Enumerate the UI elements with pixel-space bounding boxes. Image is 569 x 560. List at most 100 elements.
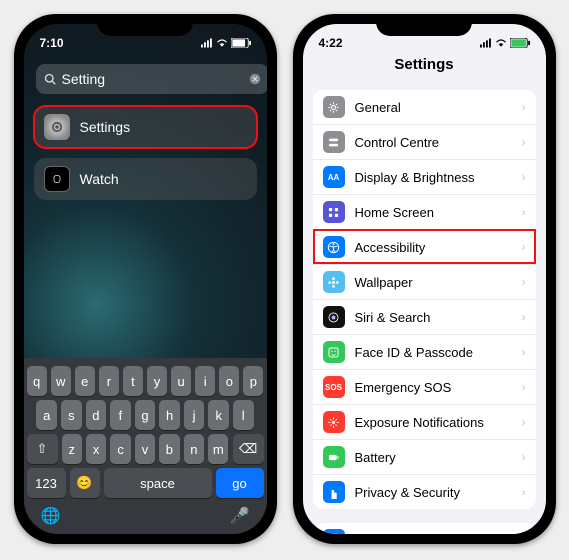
dictation-key[interactable]: 🎤 bbox=[230, 506, 250, 526]
search-icon bbox=[44, 73, 56, 85]
watch-app-icon bbox=[44, 166, 70, 192]
key-f[interactable]: f bbox=[110, 400, 131, 430]
settings-row-app-store[interactable]: AApp Store› bbox=[313, 523, 536, 534]
chevron-right-icon: › bbox=[522, 100, 526, 114]
page-title: Settings bbox=[303, 54, 546, 79]
search-input[interactable] bbox=[62, 71, 243, 87]
clear-icon[interactable] bbox=[249, 73, 261, 85]
go-key[interactable]: go bbox=[216, 468, 264, 498]
key-q[interactable]: q bbox=[27, 366, 47, 396]
settings-row-battery[interactable]: Battery › bbox=[313, 439, 536, 474]
key-l[interactable]: l bbox=[233, 400, 254, 430]
key-j[interactable]: j bbox=[184, 400, 205, 430]
key-z[interactable]: z bbox=[62, 434, 82, 464]
settings-row-display-brightness[interactable]: AADisplay & Brightness› bbox=[313, 159, 536, 194]
chevron-right-icon: › bbox=[522, 485, 526, 499]
row-label: Control Centre bbox=[355, 135, 440, 150]
key-k[interactable]: k bbox=[208, 400, 229, 430]
delete-key[interactable]: ⌫ bbox=[233, 434, 264, 464]
settings-row-face-id-passcode[interactable]: Face ID & Passcode› bbox=[313, 334, 536, 369]
key-g[interactable]: g bbox=[135, 400, 156, 430]
chevron-right-icon: › bbox=[522, 310, 526, 324]
numbers-key[interactable]: 123 bbox=[27, 468, 66, 498]
chevron-right-icon: › bbox=[522, 415, 526, 429]
chevron-right-icon: › bbox=[522, 135, 526, 149]
key-x[interactable]: x bbox=[86, 434, 106, 464]
key-b[interactable]: b bbox=[159, 434, 179, 464]
wifi-icon bbox=[216, 37, 228, 49]
keyboard[interactable]: qwertyuiop asdfghjkl ⇧ zxcvbnm ⌫ 123 😊 s… bbox=[24, 358, 267, 534]
status-icons bbox=[480, 37, 530, 49]
key-p[interactable]: p bbox=[243, 366, 263, 396]
settings-group-main: General › Control Centre › AADisplay & Brigh… bbox=[313, 90, 536, 509]
faceid-icon bbox=[323, 341, 345, 363]
row-label: App Store bbox=[355, 533, 413, 535]
search-result-watch[interactable]: Watch bbox=[34, 158, 257, 200]
key-y[interactable]: y bbox=[147, 366, 167, 396]
settings-row-accessibility[interactable]: Accessibility › bbox=[313, 229, 536, 264]
settings-row-exposure-notifications[interactable]: Exposure Notifications › bbox=[313, 404, 536, 439]
wifi-icon bbox=[495, 37, 507, 49]
accessibility-icon bbox=[323, 236, 345, 258]
siri-icon bbox=[323, 306, 345, 328]
key-i[interactable]: i bbox=[195, 366, 215, 396]
settings-row-siri-search[interactable]: Siri & Search › bbox=[313, 299, 536, 334]
key-o[interactable]: o bbox=[219, 366, 239, 396]
row-label: Accessibility bbox=[355, 240, 426, 255]
chevron-right-icon: › bbox=[522, 450, 526, 464]
clock: 4:22 bbox=[319, 36, 343, 50]
key-r[interactable]: r bbox=[99, 366, 119, 396]
battery-charging-icon bbox=[510, 38, 530, 48]
grid-icon bbox=[323, 201, 345, 223]
settings-group-store: AApp Store›Wallet› bbox=[313, 523, 536, 534]
settings-row-emergency-sos[interactable]: SOSEmergency SOS› bbox=[313, 369, 536, 404]
chevron-right-icon: › bbox=[522, 240, 526, 254]
chevron-right-icon: › bbox=[522, 380, 526, 394]
notch bbox=[376, 14, 472, 36]
notch bbox=[97, 14, 193, 36]
key-h[interactable]: h bbox=[159, 400, 180, 430]
row-label: Siri & Search bbox=[355, 310, 431, 325]
battery-icon bbox=[323, 446, 345, 468]
shift-key[interactable]: ⇧ bbox=[27, 434, 58, 464]
row-label: General bbox=[355, 100, 401, 115]
aa-icon: AA bbox=[323, 166, 345, 188]
key-v[interactable]: v bbox=[135, 434, 155, 464]
settings-row-home-screen[interactable]: Home Screen› bbox=[313, 194, 536, 229]
key-a[interactable]: a bbox=[36, 400, 57, 430]
key-w[interactable]: w bbox=[51, 366, 71, 396]
key-d[interactable]: d bbox=[86, 400, 107, 430]
battery-icon bbox=[231, 38, 251, 48]
emoji-key[interactable]: 😊 bbox=[70, 468, 100, 498]
settings-row-general[interactable]: General › bbox=[313, 90, 536, 124]
sos-icon: SOS bbox=[323, 376, 345, 398]
key-n[interactable]: n bbox=[184, 434, 204, 464]
row-label: Privacy & Security bbox=[355, 485, 460, 500]
search-result-settings[interactable]: Settings bbox=[34, 106, 257, 148]
chevron-right-icon: › bbox=[522, 345, 526, 359]
settings-row-control-centre[interactable]: Control Centre › bbox=[313, 124, 536, 159]
key-u[interactable]: u bbox=[171, 366, 191, 396]
key-c[interactable]: c bbox=[110, 434, 130, 464]
key-m[interactable]: m bbox=[208, 434, 228, 464]
row-label: Home Screen bbox=[355, 205, 434, 220]
result-label: Watch bbox=[80, 171, 119, 187]
chevron-right-icon: › bbox=[522, 533, 526, 534]
phone-right: 4:22 Settings General › Control Centre › AAD… bbox=[293, 14, 556, 544]
row-label: Wallpaper bbox=[355, 275, 413, 290]
exposure-icon bbox=[323, 411, 345, 433]
key-e[interactable]: e bbox=[75, 366, 95, 396]
key-t[interactable]: t bbox=[123, 366, 143, 396]
globe-key[interactable]: 🌐 bbox=[41, 506, 61, 526]
result-label: Settings bbox=[80, 119, 131, 135]
row-label: Battery bbox=[355, 450, 396, 465]
settings-row-wallpaper[interactable]: Wallpaper› bbox=[313, 264, 536, 299]
settings-row-privacy-security[interactable]: Privacy & Security › bbox=[313, 474, 536, 509]
space-key[interactable]: space bbox=[104, 468, 212, 498]
search-row: Cancel bbox=[24, 54, 267, 100]
search-field[interactable] bbox=[36, 64, 267, 94]
key-s[interactable]: s bbox=[61, 400, 82, 430]
gear-icon bbox=[323, 96, 345, 118]
row-label: Exposure Notifications bbox=[355, 415, 484, 430]
flower-icon bbox=[323, 271, 345, 293]
